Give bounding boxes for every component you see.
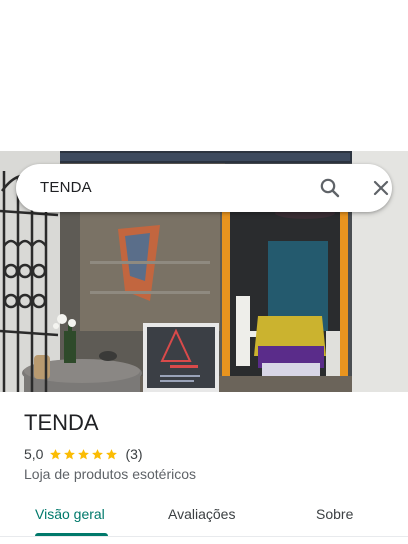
search-query-text[interactable]: TENDA: [40, 179, 92, 196]
rating-value: 5,0: [24, 446, 44, 462]
place-tabs: Visão geral Avaliações Sobre: [0, 490, 408, 540]
place-category: Loja de produtos esotéricos: [24, 466, 196, 482]
place-name: TENDA: [24, 410, 99, 435]
search-icon[interactable]: [318, 176, 342, 200]
rating-row[interactable]: 5,0 (3): [24, 445, 143, 463]
search-bar[interactable]: TENDA: [16, 164, 392, 212]
star-icon: [50, 448, 62, 459]
star-icon: [106, 448, 118, 459]
rating-stars: [49, 448, 119, 461]
tab-overview[interactable]: Visão geral: [35, 506, 105, 522]
star-icon: [64, 448, 76, 459]
close-icon[interactable]: [369, 176, 393, 200]
tab-about[interactable]: Sobre: [316, 506, 353, 522]
tab-reviews[interactable]: Avaliações: [168, 506, 235, 522]
star-icon: [92, 448, 104, 459]
star-icon: [78, 448, 90, 459]
tabs-divider: [0, 536, 408, 537]
review-count[interactable]: (3): [125, 446, 142, 462]
